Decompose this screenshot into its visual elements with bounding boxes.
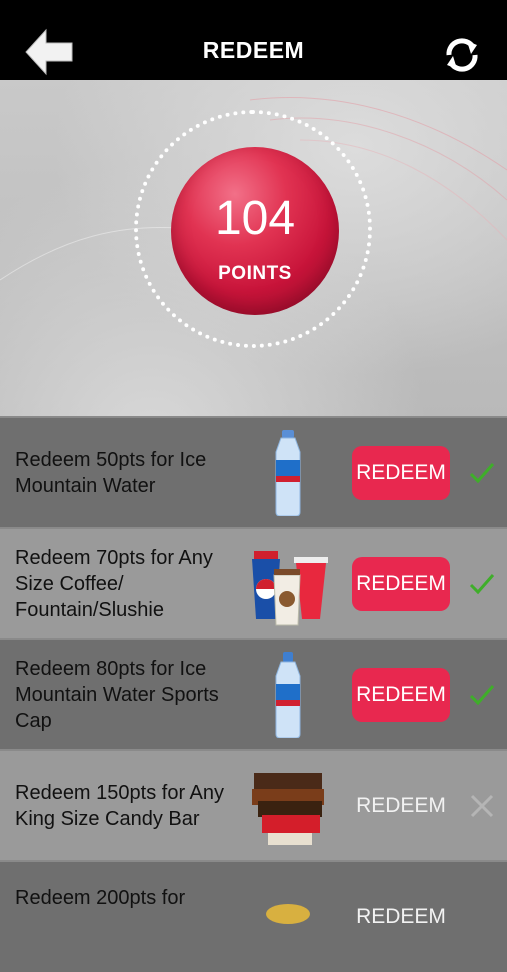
redeem-button[interactable]: REDEEM (352, 446, 450, 500)
reward-description: Redeem 70pts for Any Size Coffee/ Founta… (15, 547, 213, 621)
reward-row: Redeem 70pts for Any Size Coffee/ Founta… (0, 527, 507, 639)
redeem-button[interactable]: REDEEM (352, 557, 450, 611)
points-panel: 104 POINTS (0, 80, 507, 416)
snack-image (248, 874, 328, 960)
reward-description: Redeem 80pts for Ice Mountain Water Spor… (15, 658, 219, 732)
reward-row: Redeem 80pts for Ice Mountain Water Spor… (0, 638, 507, 750)
checkmark-icon (469, 571, 495, 597)
redeem-button[interactable]: REDEEM (352, 668, 450, 722)
top-bar: REDEEM (0, 0, 507, 80)
reward-row: Redeem 200pts for REDEEM (0, 860, 507, 972)
reward-description: Redeem 200pts for (15, 887, 186, 909)
reward-row: Redeem 150pts for Any King Size Candy Ba… (0, 749, 507, 861)
redeem-button[interactable]: REDEEM (352, 890, 450, 944)
drinks-image (248, 541, 328, 627)
reward-description: Redeem 50pts for Ice Mountain Water (15, 449, 207, 497)
reward-row: Redeem 50pts for Ice Mountain Water REDE… (0, 416, 507, 528)
points-badge: 104 POINTS (171, 147, 339, 315)
refresh-icon[interactable] (443, 36, 481, 74)
sports-cap-bottle-image (248, 652, 328, 739)
points-label: POINTS (218, 263, 292, 284)
points-value: 104 (214, 192, 296, 245)
page-title: REDEEM (202, 37, 305, 63)
checkmark-icon (469, 682, 495, 708)
reward-description: Redeem 150pts for Any King Size Candy Ba… (15, 782, 225, 830)
x-icon (469, 793, 495, 819)
redeem-button[interactable]: REDEEM (352, 779, 450, 833)
candy-bars-image (248, 763, 328, 849)
checkmark-icon (469, 460, 495, 486)
water-bottle-image (248, 430, 328, 517)
